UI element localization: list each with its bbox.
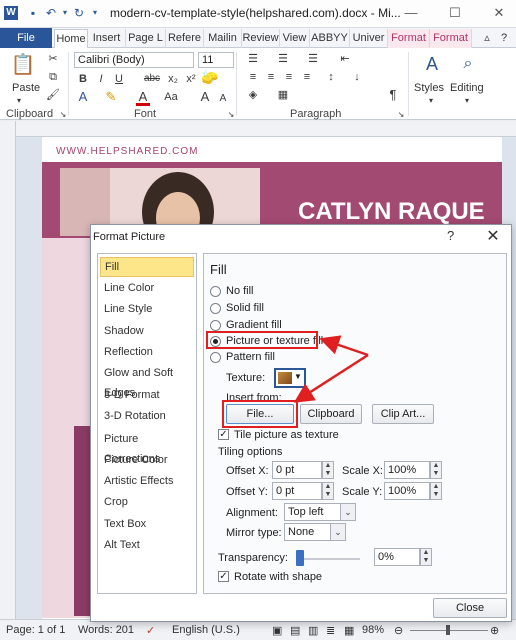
arrow-to-picture-fill <box>319 335 369 357</box>
arrow-to-file-button <box>293 353 369 403</box>
annotation-arrows <box>293 335 369 403</box>
